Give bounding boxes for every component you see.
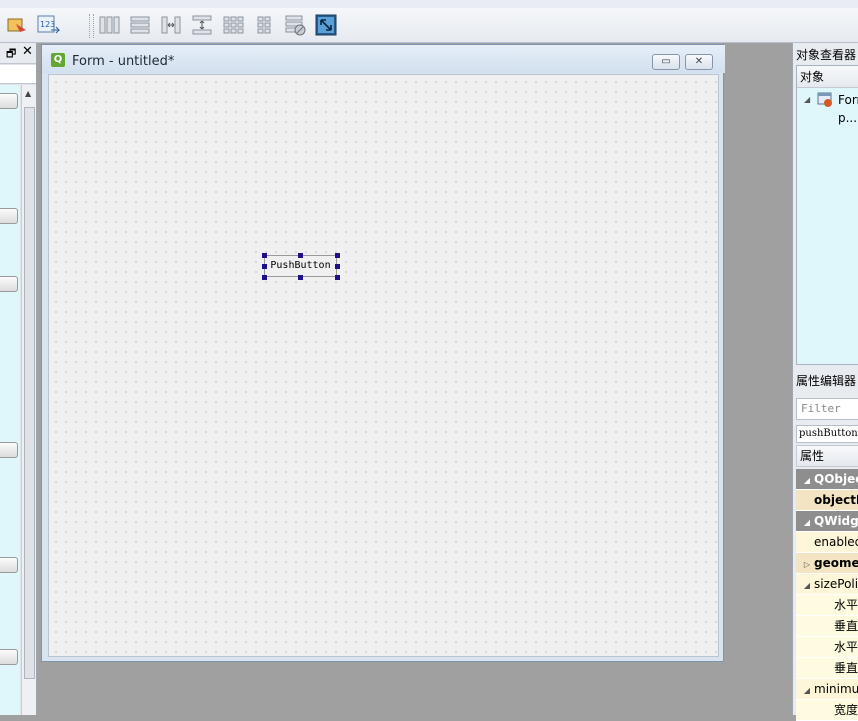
property-label: 垂直策略 bbox=[834, 619, 858, 633]
selection-handle[interactable] bbox=[335, 264, 340, 269]
tab-order-icon[interactable]: 123 bbox=[37, 13, 61, 37]
selection-handle[interactable] bbox=[335, 275, 340, 280]
widget-box-dock-header: 🗗 ✕ bbox=[0, 43, 36, 64]
minimize-button[interactable]: ▭ bbox=[652, 54, 680, 70]
expand-arrow-icon[interactable]: ◢ bbox=[800, 470, 814, 489]
selection-handle[interactable] bbox=[335, 253, 340, 258]
property-filter-input[interactable]: Filter bbox=[796, 398, 858, 420]
toolbar: 123 bbox=[0, 8, 858, 43]
expand-arrow-icon[interactable]: ◢ bbox=[800, 680, 814, 699]
form-title-bar[interactable]: Q Form - untitled* ▭ ✕ bbox=[42, 45, 725, 73]
layout-v-splitter-icon[interactable] bbox=[190, 13, 214, 37]
property-editor-title: 属性编辑器 bbox=[796, 374, 857, 388]
property-label: 水平策略 bbox=[834, 598, 858, 612]
layout-horizontal-icon[interactable] bbox=[97, 13, 121, 37]
category-button[interactable] bbox=[0, 442, 18, 458]
property-row[interactable]: 宽度 bbox=[796, 700, 858, 721]
edit-signals-icon[interactable] bbox=[5, 13, 29, 37]
object-column-header[interactable]: 对象 bbox=[797, 66, 858, 88]
form-canvas[interactable]: PushButton bbox=[48, 74, 719, 657]
property-row[interactable]: ◢minimumSize bbox=[796, 679, 858, 700]
property-row[interactable]: ◢sizePolicy bbox=[796, 574, 858, 595]
right-dock: 对象查看器 对象 ◢ Form p... 属性编辑器 Filter pushBu… bbox=[792, 43, 858, 721]
property-row[interactable]: ◢QWidget bbox=[796, 511, 858, 532]
property-label: geometry bbox=[814, 556, 858, 570]
svg-text:123: 123 bbox=[40, 20, 55, 29]
qt-logo-icon: Q bbox=[51, 53, 65, 67]
tree-item-form[interactable]: Form bbox=[838, 93, 858, 107]
layout-grid-icon[interactable] bbox=[221, 13, 245, 37]
layout-vertical-icon[interactable] bbox=[128, 13, 152, 37]
selection-handle[interactable] bbox=[262, 275, 267, 280]
property-row[interactable]: enabled bbox=[796, 532, 858, 553]
close-button[interactable]: ✕ bbox=[685, 54, 713, 70]
property-label: sizePolicy bbox=[814, 577, 858, 591]
category-button[interactable] bbox=[0, 276, 18, 292]
property-object-class: pushButton : QPushButton bbox=[796, 425, 858, 443]
float-icon[interactable]: 🗗 bbox=[6, 45, 16, 64]
layout-h-splitter-icon[interactable] bbox=[159, 13, 183, 37]
push-button[interactable]: PushButton bbox=[264, 255, 337, 277]
tree-item-pushbutton[interactable]: p... bbox=[838, 111, 857, 125]
category-button[interactable] bbox=[0, 649, 18, 665]
expand-arrow-icon[interactable]: ◢ bbox=[804, 95, 810, 104]
scroll-up-icon[interactable]: ▲ bbox=[25, 89, 31, 98]
toolbar-separator bbox=[89, 14, 94, 38]
widget-filter-input[interactable] bbox=[0, 65, 36, 84]
break-layout-icon[interactable] bbox=[283, 13, 307, 37]
widget-box-scrollbar[interactable]: ▲ bbox=[21, 85, 36, 715]
form-title: Form - untitled* bbox=[72, 54, 175, 69]
object-inspector-tree: 对象 ◢ Form p... bbox=[796, 65, 858, 365]
property-column-header[interactable]: 属性 bbox=[796, 445, 858, 467]
property-row[interactable]: objectName bbox=[796, 490, 858, 511]
layout-form-icon[interactable] bbox=[252, 13, 276, 37]
expand-arrow-icon[interactable]: ◢ bbox=[800, 512, 814, 531]
form-object-icon bbox=[817, 92, 833, 112]
selection-handle[interactable] bbox=[298, 275, 303, 280]
category-button[interactable] bbox=[0, 208, 18, 224]
property-label: minimumSize bbox=[814, 682, 858, 696]
scrollbar-thumb[interactable] bbox=[24, 107, 35, 679]
expand-arrow-icon[interactable]: ▷ bbox=[800, 554, 814, 573]
object-inspector-title: 对象查看器 bbox=[796, 48, 857, 62]
category-button[interactable] bbox=[0, 557, 18, 573]
adjust-size-icon[interactable] bbox=[314, 13, 338, 37]
selection-handle[interactable] bbox=[298, 253, 303, 258]
property-label: QObject bbox=[814, 472, 858, 486]
property-row[interactable]: 垂直策略 bbox=[796, 616, 858, 637]
widget-category-list bbox=[0, 85, 20, 715]
close-icon[interactable]: ✕ bbox=[22, 44, 33, 59]
expand-arrow-icon[interactable]: ◢ bbox=[800, 575, 814, 594]
property-row[interactable]: ▷geometry bbox=[796, 553, 858, 574]
property-row[interactable]: 水平伸展 bbox=[796, 637, 858, 658]
widget-box-dock: 🗗 ✕ ▲ bbox=[0, 43, 37, 715]
selection-handle[interactable] bbox=[262, 253, 267, 258]
property-row[interactable]: 水平策略 bbox=[796, 595, 858, 616]
property-label: QWidget bbox=[814, 514, 858, 528]
property-label: enabled bbox=[814, 535, 858, 549]
property-label: 水平伸展 bbox=[834, 640, 858, 654]
property-row[interactable]: 垂直伸展 bbox=[796, 658, 858, 679]
property-label: objectName bbox=[814, 493, 858, 507]
property-row[interactable]: ◢QObject bbox=[796, 469, 858, 490]
category-button[interactable] bbox=[0, 93, 18, 109]
form-window: Q Form - untitled* ▭ ✕ PushButton bbox=[41, 44, 725, 662]
selection-handle[interactable] bbox=[262, 264, 267, 269]
property-label: 垂直伸展 bbox=[834, 661, 858, 675]
